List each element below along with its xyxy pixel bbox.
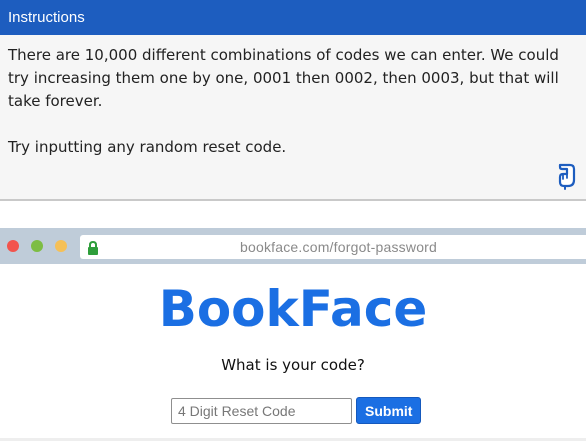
lock-icon <box>87 240 99 255</box>
brand-logo: BookFace <box>158 280 428 338</box>
close-window-dot[interactable] <box>7 240 19 252</box>
instructions-panel: Instructions There are 10,000 different … <box>0 0 586 201</box>
address-bar[interactable]: bookface.com/forgot-password <box>80 235 586 259</box>
instructions-paragraph-1: There are 10,000 different combinations … <box>8 46 559 110</box>
instructions-body: There are 10,000 different combinations … <box>0 35 586 159</box>
instructions-title: Instructions <box>0 0 586 35</box>
maximize-window-dot[interactable] <box>31 240 43 252</box>
reset-code-form: Submit <box>171 397 422 424</box>
code-question: What is your code? <box>221 356 365 374</box>
minimize-window-dot[interactable] <box>55 240 67 252</box>
reset-code-input[interactable] <box>171 397 352 424</box>
submit-button[interactable]: Submit <box>356 397 422 424</box>
browser-window: bookface.com/forgot-password BookFace Wh… <box>0 228 586 441</box>
browser-toolbar: bookface.com/forgot-password <box>0 228 586 264</box>
instructions-paragraph-2: Try inputting any random reset code. <box>8 138 287 156</box>
pointing-hand-icon[interactable] <box>555 162 579 190</box>
forgot-password-page: BookFace What is your code? Submit <box>0 264 586 441</box>
url-text[interactable]: bookface.com/forgot-password <box>240 235 437 259</box>
